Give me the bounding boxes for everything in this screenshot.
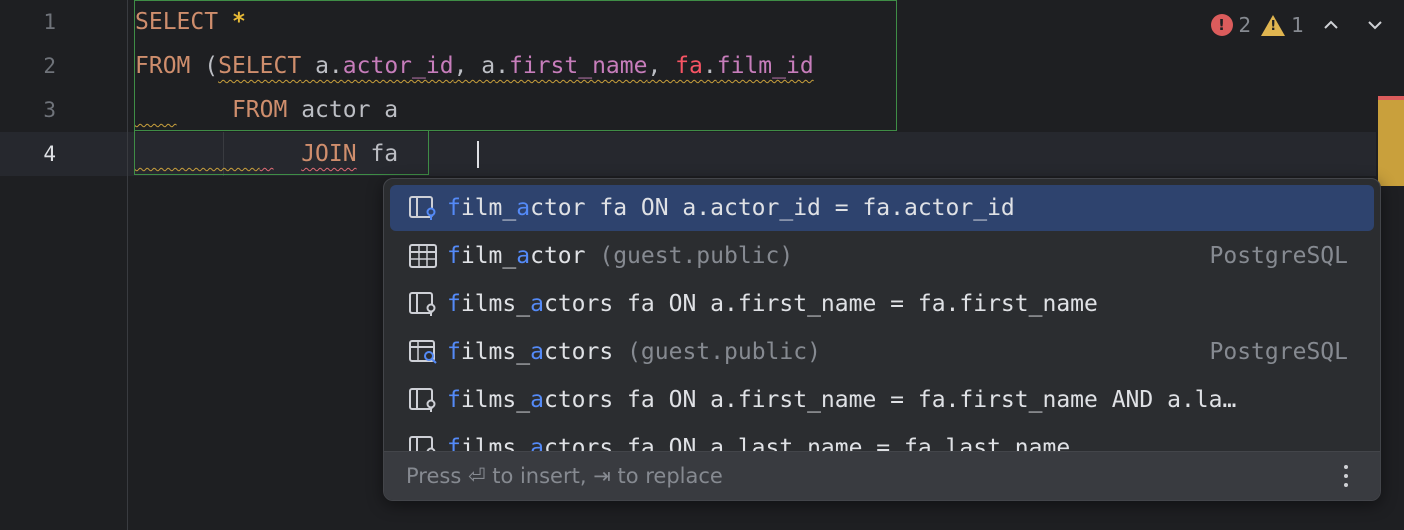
join-table-icon (409, 196, 436, 220)
completion-hint: Press ⏎ to insert, ⇥ to replace (406, 464, 723, 488)
completion-item-label: films_actors fa ON a.first_name = fa.fir… (447, 387, 1237, 413)
line-number: 2 (43, 54, 56, 78)
previous-highlight-button[interactable] (1314, 8, 1348, 42)
schema-hint: (guest.public) (585, 243, 794, 269)
datasource-label: PostgreSQL (1209, 243, 1348, 269)
column-film-id: film_id (716, 53, 814, 79)
code-line-2[interactable]: FROM (SELECT a.actor_id, a.first_name, f… (135, 44, 814, 88)
chevron-down-icon (1368, 21, 1382, 30)
code-line-1[interactable]: SELECT * (135, 0, 246, 44)
alias-a: a (481, 53, 496, 79)
line-number: 1 (43, 10, 56, 34)
error-icon: ! (1210, 14, 1233, 36)
completion-item[interactable]: films_actors (guest.public) PostgreSQL (390, 329, 1374, 375)
more-vertical-icon (1344, 465, 1348, 469)
error-count-value: 2 (1238, 13, 1252, 37)
chevron-up-icon (1324, 20, 1338, 29)
line-number-current: 4 (43, 142, 56, 166)
next-highlight-button[interactable] (1358, 8, 1392, 42)
completion-item[interactable]: films_actors fa ON a.first_name = fa.fir… (390, 377, 1374, 423)
sql-editor[interactable]: 1 2 3 4 SELECT * FROM (SELECT a.actor_id… (0, 0, 1404, 530)
keyword-select: SELECT (218, 53, 302, 79)
subquery-highlight-box-edge (428, 131, 429, 175)
schema-hint: (guest.public) (613, 339, 821, 365)
code-line-3[interactable]: FROM actor a (135, 88, 398, 132)
join-table-icon (409, 388, 436, 412)
column-actor-id: actor_id (342, 53, 454, 79)
completion-item[interactable]: films_actors fa ON a.first_name = fa.fir… (390, 281, 1374, 327)
column-first-name: first_name (508, 53, 648, 79)
line-number-gutter[interactable]: 1 2 3 4 (0, 0, 128, 530)
keyword-from: FROM (231, 97, 288, 123)
completion-item-label: films_actors fa ON a.first_name = fa.fir… (447, 291, 1098, 317)
completion-item-label: film_actor (guest.public) (447, 243, 794, 269)
open-paren: ( (204, 53, 219, 79)
code-completion-popup[interactable]: film_actor fa ON a.actor_id = fa.actor_i… (383, 178, 1381, 501)
completion-item-label: films_actors fa ON a.last_name = fa.last… (447, 435, 1071, 451)
star-wildcard: * (231, 9, 246, 35)
table-icon (409, 244, 437, 268)
join-table-icon (409, 436, 436, 451)
table-search-icon (409, 340, 437, 364)
table-actor: actor (301, 97, 371, 123)
alias-a: a (384, 97, 399, 123)
text-caret (477, 141, 479, 168)
error-count[interactable]: ! 2 (1210, 13, 1252, 37)
completion-footer: Press ⏎ to insert, ⇥ to replace (384, 451, 1380, 500)
keyword-select: SELECT (135, 9, 219, 35)
more-vertical-icon (1344, 483, 1348, 487)
completion-item-label: film_actor fa ON a.actor_id = fa.actor_i… (447, 195, 1015, 221)
join-table-icon (409, 292, 436, 316)
keyword-from: FROM (135, 53, 191, 79)
warning-count[interactable]: 1 (1261, 13, 1304, 37)
completion-item-label: films_actors (guest.public) (447, 339, 821, 365)
completion-item-selected[interactable]: film_actor fa ON a.actor_id = fa.actor_i… (390, 185, 1374, 231)
warning-count-value: 1 (1291, 13, 1304, 37)
inspection-widget[interactable]: ! 2 1 (1210, 8, 1392, 42)
datasource-label: PostgreSQL (1209, 339, 1348, 365)
code-line-4[interactable]: JOIN fa (135, 132, 398, 176)
keyword-join: JOIN (301, 141, 357, 167)
completion-list[interactable]: film_actor fa ON a.actor_id = fa.actor_i… (384, 179, 1380, 451)
scrollbar-warning-marker[interactable] (1378, 100, 1404, 186)
more-options-button[interactable] (1334, 460, 1358, 492)
completion-item-partial[interactable]: films_actors fa ON a.last_name = fa.last… (390, 425, 1374, 451)
alias-a: a (315, 53, 329, 79)
completion-item[interactable]: film_actor (guest.public) PostgreSQL (390, 233, 1374, 279)
line-number: 3 (43, 98, 56, 122)
typed-text: fa (370, 141, 399, 167)
warning-icon (1261, 14, 1286, 36)
unresolved-alias-fa: fa (675, 53, 703, 79)
more-vertical-icon (1344, 474, 1348, 478)
